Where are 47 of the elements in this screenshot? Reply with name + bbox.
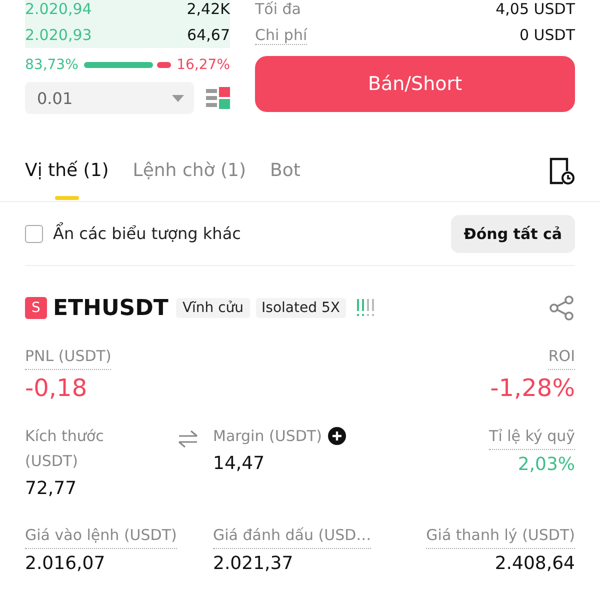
field-value: 2.408,64 — [494, 553, 575, 574]
buy-percent: 83,73% — [25, 57, 78, 73]
share-icon[interactable] — [549, 295, 575, 321]
swap-icon[interactable] — [177, 430, 199, 448]
field-label: Kích thước (USDT) — [25, 426, 105, 472]
short-button[interactable]: Bán/Short — [255, 56, 575, 112]
pnl-value: -0,18 — [25, 374, 88, 402]
bid-price: 2.020,94 — [25, 0, 92, 18]
roi-label: ROI — [548, 344, 575, 370]
history-icon[interactable] — [549, 156, 575, 184]
field-value: 2.021,37 — [213, 553, 294, 574]
checkbox-label: Ẩn các biểu tượng khác — [53, 224, 241, 243]
symbol-name: ETHUSDT — [53, 296, 168, 320]
caret-icon — [172, 94, 184, 102]
order-book-layout-icon[interactable] — [206, 86, 230, 110]
pnl-label: PNL (USDT) — [25, 344, 112, 370]
field-label: Margin (USDT) — [213, 426, 322, 447]
field-value: 2,03% — [518, 454, 575, 475]
tab[interactable]: Lệnh chờ (1) — [132, 140, 246, 202]
info-label: Tối đa — [255, 0, 301, 18]
bid-price: 2.020,93 — [25, 26, 92, 44]
field-value: 2.016,07 — [25, 553, 106, 574]
buy-ratio-bar — [84, 62, 153, 68]
tag: Isolated 5X — [256, 298, 346, 318]
side-badge: S — [25, 297, 47, 319]
field-label: Tỉ lệ ký quỹ — [489, 424, 575, 450]
sell-ratio-bar — [156, 62, 171, 68]
info-value: 0 USDT — [519, 26, 575, 44]
roi-value: -1,28% — [490, 374, 575, 402]
adl-indicator-icon — [356, 299, 376, 317]
tab[interactable]: Bot — [270, 140, 300, 202]
field-label: Giá vào lệnh (USDT) — [25, 523, 177, 549]
tab[interactable]: Vị thế (1) — [25, 140, 109, 202]
add-icon[interactable] — [328, 427, 346, 445]
field-value: 14,47 — [213, 453, 265, 474]
field-label: Giá đánh dấu (USD… — [213, 523, 372, 549]
close-all-button[interactable]: Đóng tất cả — [450, 214, 575, 252]
field-label: Giá thanh lý (USDT) — [426, 523, 575, 549]
bid-amount: 2,42K — [186, 0, 230, 18]
info-label: Chi phí — [255, 26, 308, 44]
checkbox[interactable] — [25, 224, 43, 242]
bid-amount: 64,67 — [187, 26, 230, 44]
sell-percent: 16,27% — [176, 57, 230, 73]
info-value: 4,05 USDT — [496, 0, 575, 18]
field-value: 72,77 — [25, 478, 77, 499]
tag: Vĩnh cửu — [176, 298, 250, 318]
precision-select[interactable]: 0.01 — [25, 82, 194, 114]
